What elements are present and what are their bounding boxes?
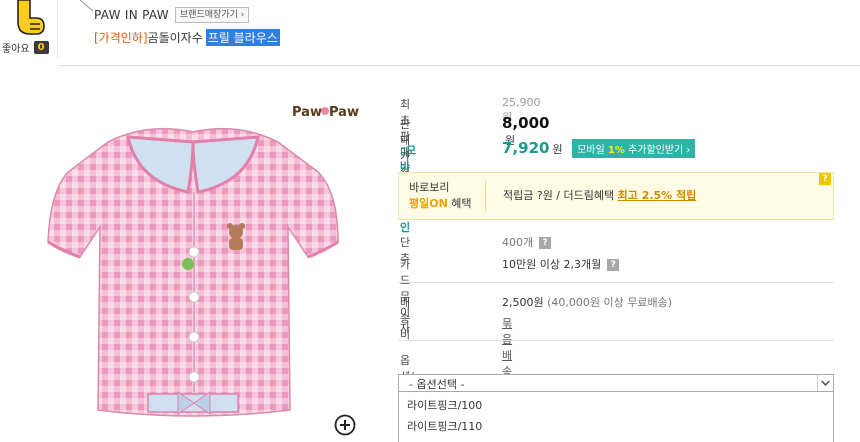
title-tag: [가격인하] (94, 31, 148, 45)
title-plain: 곰돌이자수 (147, 31, 203, 45)
option-placeholder: - 옵션선택 - (409, 378, 465, 391)
option-item[interactable]: 라이트핑크/100 (407, 397, 482, 413)
mobile-btn-pre: 모바일 (577, 145, 605, 156)
benefit-line2: 평일ON 혜택 (409, 196, 472, 212)
product-header: PAW IN PAW 브랜드매장가기 › [가격인하] 곰돌이자수 프릴 블라우… (58, 0, 860, 66)
option-list: 라이트핑크/100 라이트핑크/110 (398, 392, 834, 442)
unit-value: 400개 (502, 236, 534, 249)
mobile-price-unit: 원 (552, 143, 563, 156)
divider-1 (398, 282, 834, 283)
brand-row: PAW IN PAW 브랜드매장가기 › (94, 7, 250, 23)
shipping-value-wrap: 2,500원 (40,000원 이상 무료배송) (502, 294, 672, 310)
option-item[interactable]: 라이트핑크/110 (407, 418, 482, 434)
like-box[interactable]: 좋아요 0 (0, 0, 58, 58)
unit-value-wrap: 400개? (502, 234, 552, 250)
corner-decoration (80, 0, 94, 12)
card-value: 10만원 이상 2,3개월 (502, 258, 602, 271)
mobile-discount-button[interactable]: 모바일 1% 추가할인받기 › (572, 139, 696, 158)
brand-shop-button[interactable]: 브랜드매장가기 › (174, 7, 250, 23)
benefit-on: 평일ON (409, 197, 448, 210)
zoom-plus-icon[interactable] (334, 414, 356, 436)
benefit-detail: 적립금 ?원 / 더드림혜택 최고 2.5% 적립 (503, 187, 696, 203)
svg-text:Paw: Paw (329, 105, 359, 120)
card-value-wrap: 10만원 이상 2,3개월? (502, 256, 620, 272)
shipping-label: 배송비 (400, 296, 411, 341)
title-highlight: 프릴 블라우스 (205, 29, 280, 46)
shipping-value: 2,500원 (502, 296, 544, 309)
benefit-divider (485, 181, 486, 211)
benefit-line1: 바로보리 (409, 181, 450, 194)
thumbs-up-icon (17, 0, 45, 35)
like-count: 0 (33, 41, 49, 54)
sale-price-value: 8,000 (502, 114, 550, 132)
brand-shop-label: 브랜드매장가기 (179, 10, 238, 20)
option-select[interactable]: - 옵션선택 - (398, 374, 834, 392)
brand-logo: Paw (292, 105, 322, 120)
shipping-note: (40,000원 이상 무료배송) (547, 296, 673, 309)
product-image: Paw Paw (47, 105, 359, 417)
like-label-row: 좋아요 0 (2, 40, 49, 55)
mobile-btn-highlight: 1% (607, 145, 625, 156)
mobile-price-wrap: 7,920 원 모바일 1% 추가할인받기 › (502, 139, 696, 158)
benefit-text: 적립금 ?원 / 더드림혜택 (503, 189, 618, 202)
benefit-box: 바로보리 평일ON 혜택 적립금 ?원 / 더드림혜택 최고 2.5% 적립 ? (398, 172, 834, 220)
mobile-btn-post: 추가할인받기 › (628, 145, 691, 156)
card-help-icon[interactable]: ? (607, 259, 620, 271)
mobile-price-value: 7,920 (502, 139, 550, 157)
like-label: 좋아요 (2, 44, 30, 55)
benefit-title: 바로보리 평일ON 혜택 (409, 180, 472, 212)
divider-2 (398, 340, 834, 341)
chevron-down-icon (817, 375, 830, 391)
product-title: [가격인하] 곰돌이자수 프릴 블라우스 (94, 29, 280, 46)
benefit-on-suffix: 혜택 (447, 197, 472, 210)
benefit-link[interactable]: 최고 2.5% 적립 (618, 189, 697, 202)
unit-help-icon[interactable]: ? (539, 237, 552, 249)
benefit-help-icon[interactable]: ? (819, 173, 831, 185)
brand-name[interactable]: PAW IN PAW (94, 8, 169, 22)
